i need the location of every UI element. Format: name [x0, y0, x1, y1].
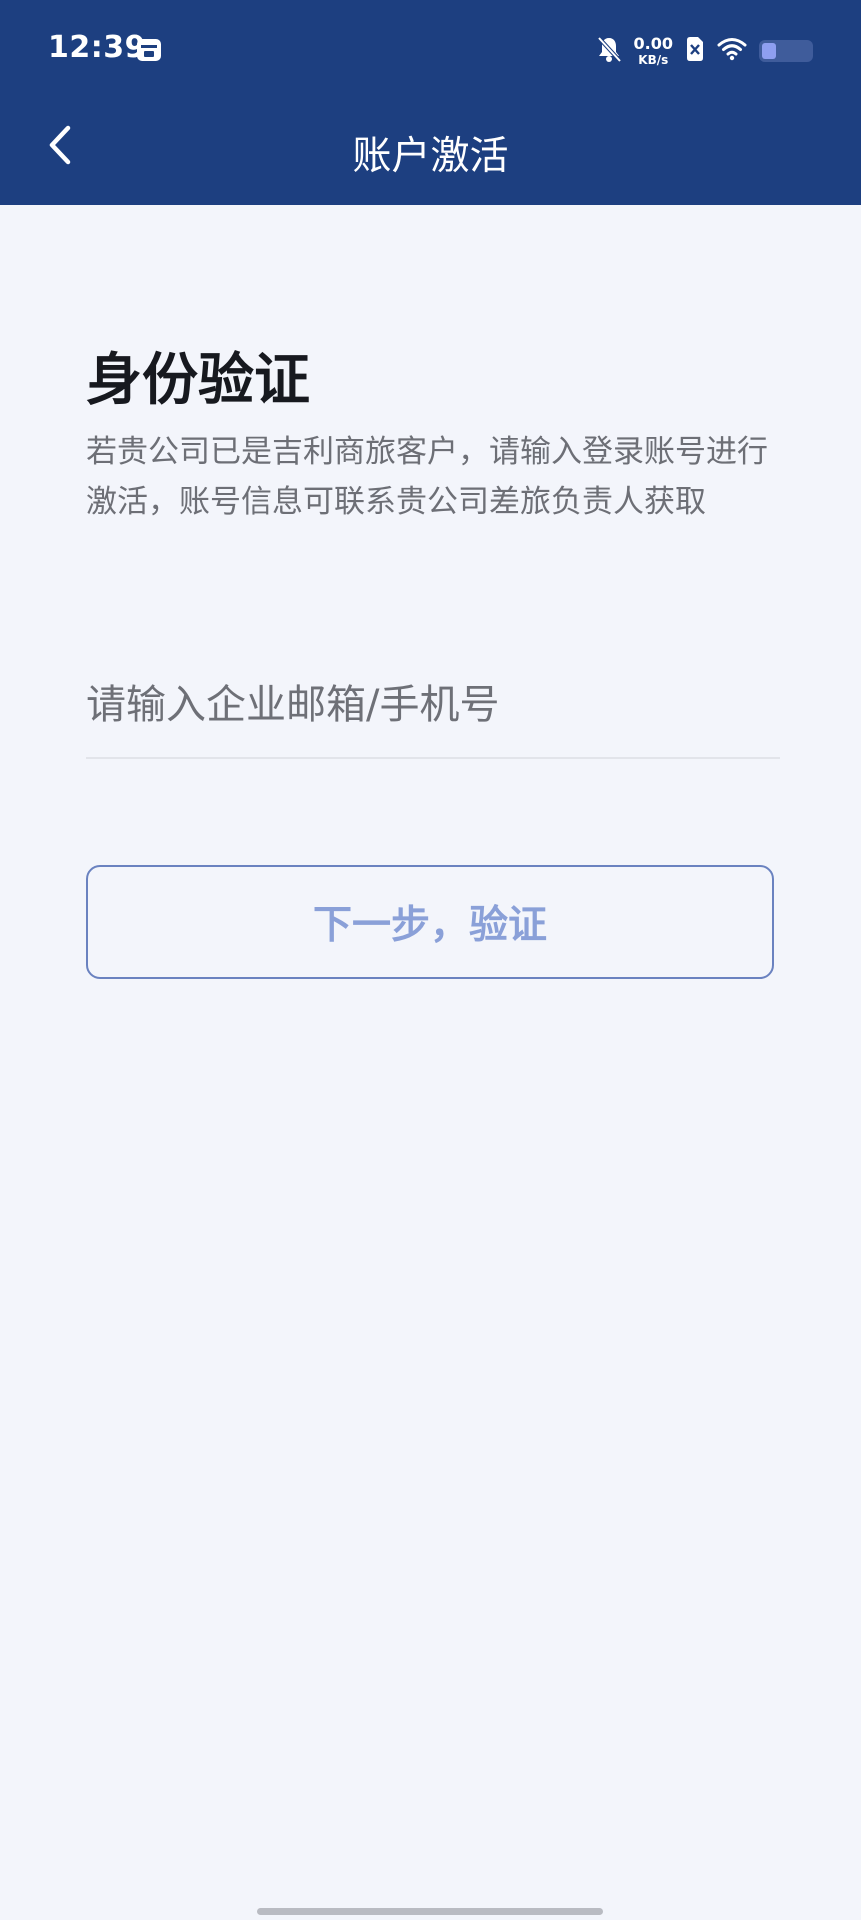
next-step-button[interactable]: 下一步，验证 [86, 865, 774, 979]
status-time: 12:39 [48, 30, 146, 65]
network-speed: 0.00 KB/s [633, 34, 673, 67]
battery-fill [762, 43, 776, 59]
bell-muted-icon [596, 35, 622, 67]
section-title: 身份验证 [86, 348, 310, 413]
app-header: 12:39 0.00 KB/s 账户激活 [0, 0, 861, 205]
section-description: 若贵公司已是吉利商旅客户，请输入登录账号进行激活，账号信息可联系贵公司差旅负责人… [86, 434, 768, 520]
page-title: 账户激活 [352, 134, 509, 179]
account-input[interactable] [86, 660, 776, 750]
status-bar: 12:39 0.00 KB/s [0, 0, 861, 100]
input-underline [86, 757, 780, 759]
battery-icon [759, 40, 813, 62]
sim-off-icon [685, 36, 705, 66]
network-speed-unit: KB/s [638, 53, 669, 67]
network-speed-value: 0.00 [633, 34, 673, 53]
wifi-icon [717, 37, 747, 65]
home-indicator[interactable] [257, 1908, 603, 1915]
calendar-icon [136, 37, 162, 63]
nav-bar: 账户激活 [0, 105, 861, 190]
status-icons: 0.00 KB/s [596, 34, 813, 68]
